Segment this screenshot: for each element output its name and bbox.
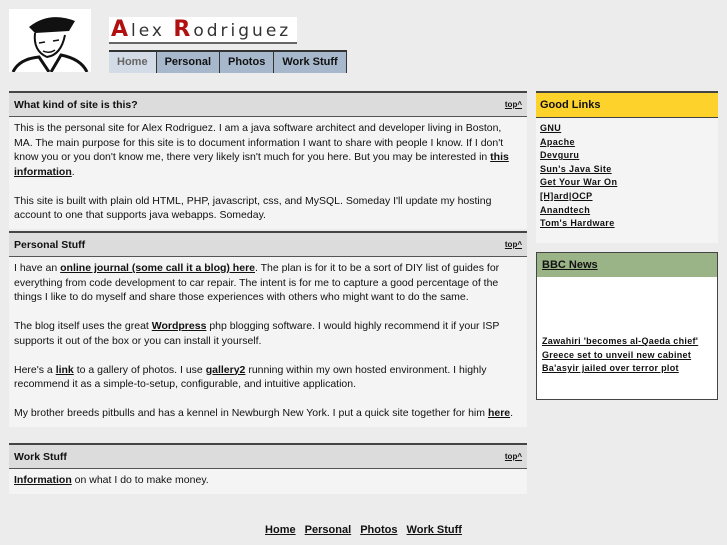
section-work-stuff: Work Stuff top^ Information on what I do …	[9, 443, 527, 494]
main-nav: Home Personal Photos Work Stuff	[109, 50, 347, 73]
nav-personal[interactable]: Personal	[156, 52, 221, 73]
text: This site is built with plain old HTML, …	[14, 194, 492, 222]
section-personal-stuff: Personal Stuff top^ I have an online jour…	[9, 231, 527, 427]
text: This is the personal site for Alex Rodri…	[14, 122, 504, 163]
avatar-cartoon-man	[9, 9, 91, 73]
footer-home[interactable]: Home	[265, 524, 296, 536]
kennel-link[interactable]: here	[488, 407, 510, 419]
text: I have an	[14, 262, 61, 274]
text: Here's a	[14, 363, 56, 376]
news-item[interactable]: Greece set to unveil new cabinet	[542, 350, 691, 360]
nav-home[interactable]: Home	[109, 52, 157, 73]
nav-photos[interactable]: Photos	[220, 52, 275, 73]
text: My brother breeds pitbulls and has a ken…	[14, 407, 488, 419]
gallery-link[interactable]: link	[56, 364, 74, 376]
link-get-your-war-on[interactable]: Get Your War On	[540, 177, 617, 187]
top-link[interactable]: top^	[505, 452, 522, 461]
text: The blog itself uses the great	[14, 320, 152, 332]
bbc-news-panel: BBC News Zawahiri 'becomes al-Qaeda chie…	[536, 252, 718, 400]
footer-personal[interactable]: Personal	[305, 524, 351, 536]
bbc-news-title[interactable]: BBC News	[542, 259, 598, 271]
text: .	[510, 407, 514, 419]
section-title: Work Stuff	[14, 450, 67, 463]
link-devguru[interactable]: Devguru	[540, 150, 579, 160]
text: to a gallery of photos. I use	[73, 363, 206, 376]
good-links-title: Good Links	[536, 91, 718, 118]
footer-nav: Home Personal Photos Work Stuff	[0, 524, 727, 536]
nav-work-stuff[interactable]: Work Stuff	[274, 52, 347, 73]
text: .	[71, 165, 75, 178]
site-logo: Alex Rodriguez	[109, 17, 297, 44]
blog-link[interactable]: online journal (some call it a blog) her…	[60, 262, 255, 274]
link-apache[interactable]: Apache	[540, 137, 575, 147]
section-title: What kind of site is this?	[14, 98, 138, 111]
good-links-panel: Good Links GNU Apache Devguru Sun's Java…	[536, 91, 718, 243]
section-what-kind: What kind of site is this? top^ This is t…	[9, 91, 527, 229]
information-link[interactable]: Information	[14, 474, 72, 486]
footer-work-stuff[interactable]: Work Stuff	[407, 524, 462, 536]
link-anandtech[interactable]: Anandtech	[540, 205, 590, 215]
text: on what I do to make money.	[71, 474, 209, 486]
wordpress-link[interactable]: Wordpress	[152, 320, 207, 332]
gallery2-link[interactable]: gallery2	[206, 364, 246, 376]
news-item[interactable]: Zawahiri 'becomes al-Qaeda chief'	[542, 336, 698, 346]
section-title: Personal Stuff	[14, 238, 86, 251]
link-toms-hardware[interactable]: Tom's Hardware	[540, 218, 615, 228]
link-sun-java[interactable]: Sun's Java Site	[540, 164, 612, 174]
top-link[interactable]: top^	[505, 100, 522, 109]
footer-photos[interactable]: Photos	[360, 524, 397, 536]
link-hardocp[interactable]: [H]ard|OCP	[540, 191, 593, 201]
news-item[interactable]: Ba'asyir jailed over terror plot	[542, 363, 679, 373]
link-gnu[interactable]: GNU	[540, 123, 561, 133]
top-link[interactable]: top^	[505, 240, 522, 249]
